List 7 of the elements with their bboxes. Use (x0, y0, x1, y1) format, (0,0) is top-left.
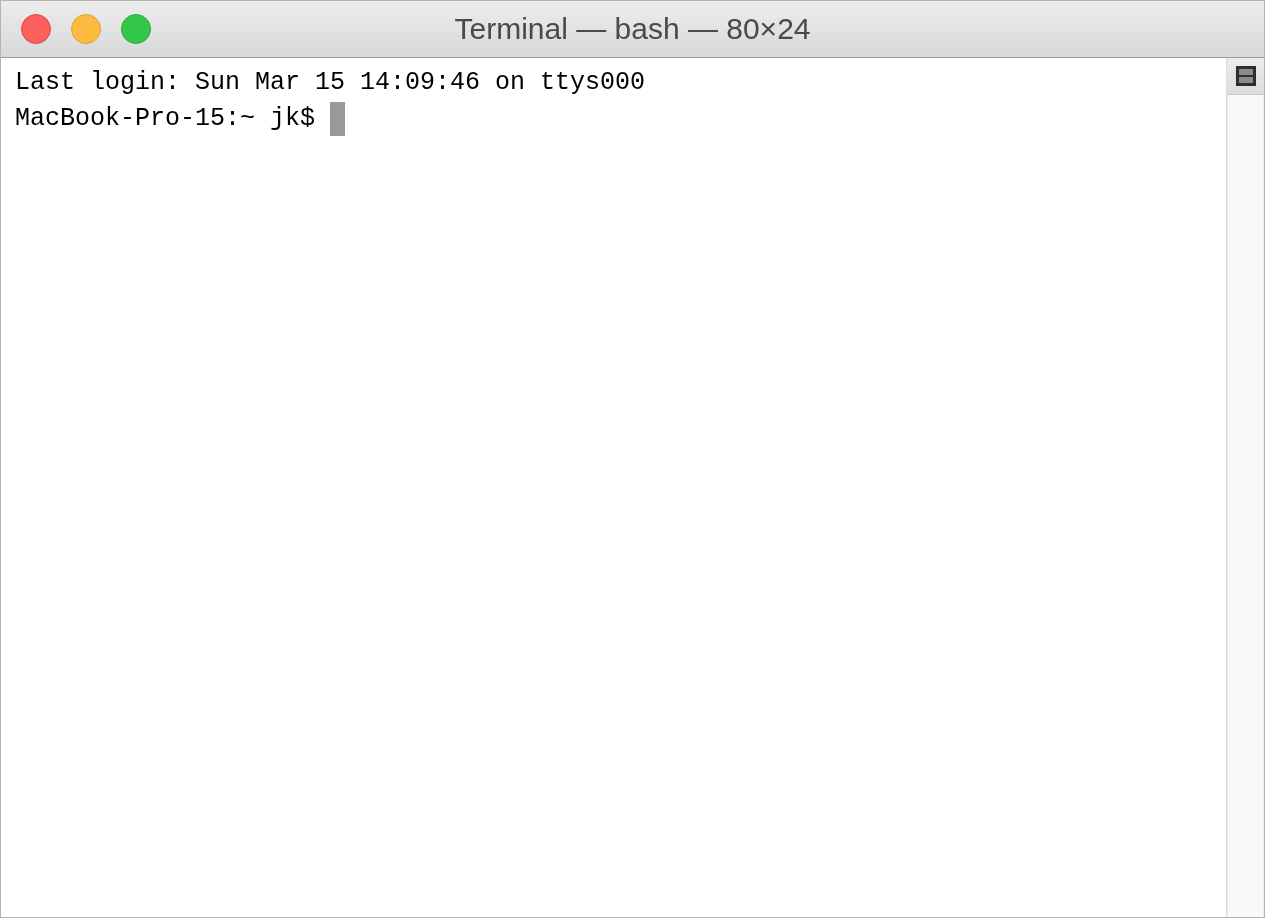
minimize-button[interactable] (71, 14, 101, 44)
close-button[interactable] (21, 14, 51, 44)
maximize-button[interactable] (121, 14, 151, 44)
window-title: Terminal — bash — 80×24 (454, 12, 811, 46)
terminal-line: MacBook-Pro-15:~ jk$ (15, 103, 316, 135)
terminal-line: Last login: Sun Mar 15 14:09:46 on ttys000 (15, 67, 646, 99)
split-pane-icon[interactable] (1235, 66, 1256, 86)
